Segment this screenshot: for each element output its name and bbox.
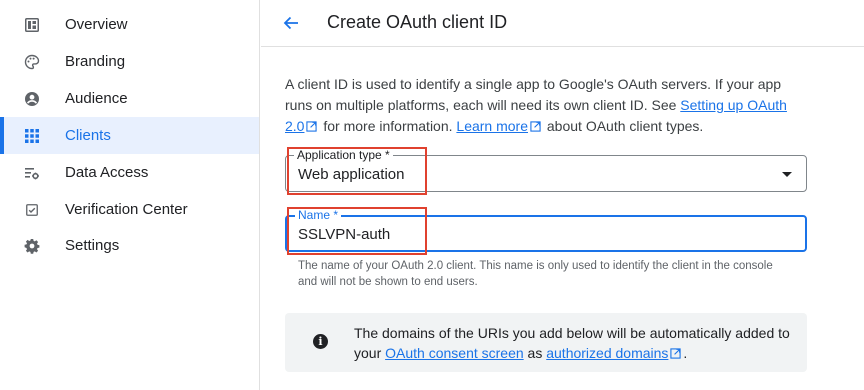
sidebar-item-label: Overview — [65, 16, 128, 33]
application-type-select[interactable]: Application type * Web application — [285, 148, 807, 192]
info-banner: i The domains of the URIs you add below … — [285, 313, 807, 372]
name-input[interactable]: Name * SSLVPN-auth — [285, 208, 807, 252]
external-link-icon — [530, 121, 541, 132]
sidebar-item-verification-center[interactable]: Verification Center — [0, 191, 259, 228]
sidebar: Overview Branding Audience Clients Data … — [0, 0, 260, 390]
sidebar-item-label: Settings — [65, 237, 120, 254]
sidebar-item-branding[interactable]: Branding — [0, 43, 259, 80]
info-banner-text: The domains of the URIs you add below wi… — [354, 323, 794, 363]
sidebar-item-audience[interactable]: Audience — [0, 80, 259, 117]
dashboard-icon — [24, 17, 40, 33]
name-label: Name * — [295, 208, 342, 222]
gear-icon — [24, 238, 40, 254]
palette-icon — [24, 54, 40, 70]
learn-more-link[interactable]: Learn more — [456, 118, 528, 134]
apps-grid-icon — [24, 128, 40, 144]
banner-text-part: as — [523, 345, 547, 361]
info-icon: i — [313, 334, 328, 349]
sidebar-item-data-access[interactable]: Data Access — [0, 154, 259, 191]
page-header: Create OAuth client ID — [261, 0, 864, 47]
authorized-domains-link[interactable]: authorized domains — [546, 345, 668, 361]
sidebar-item-label: Data Access — [65, 164, 149, 181]
external-link-icon — [670, 348, 682, 359]
sidebar-item-label: Audience — [65, 90, 128, 107]
name-value: SSLVPN-auth — [298, 226, 391, 243]
arrow-back-icon — [283, 16, 298, 30]
sidebar-item-settings[interactable]: Settings — [0, 227, 259, 264]
external-link-icon — [306, 121, 318, 132]
intro-text-part: for more information. — [319, 118, 457, 134]
intro-text-part: about OAuth client types. — [543, 118, 704, 134]
data-settings-icon — [24, 165, 40, 181]
banner-text-part: . — [683, 345, 688, 361]
page-title: Create OAuth client ID — [327, 12, 508, 32]
sidebar-item-clients[interactable]: Clients — [0, 117, 259, 154]
account-circle-icon — [24, 91, 40, 107]
sidebar-item-label: Branding — [65, 53, 126, 70]
application-type-label: Application type * — [294, 148, 393, 162]
sidebar-item-overview[interactable]: Overview — [0, 6, 259, 43]
application-type-value: Web application — [298, 166, 405, 183]
name-helper-text: The name of your OAuth 2.0 client. This … — [298, 260, 773, 288]
dropdown-arrow-icon — [782, 172, 792, 177]
sidebar-item-label: Verification Center — [65, 201, 188, 218]
back-button[interactable] — [279, 11, 303, 35]
oauth-consent-screen-link[interactable]: OAuth consent screen — [385, 345, 524, 361]
checkbox-icon — [24, 202, 40, 218]
intro-text: A client ID is used to identify a single… — [285, 74, 805, 137]
sidebar-item-label: Clients — [65, 127, 111, 144]
